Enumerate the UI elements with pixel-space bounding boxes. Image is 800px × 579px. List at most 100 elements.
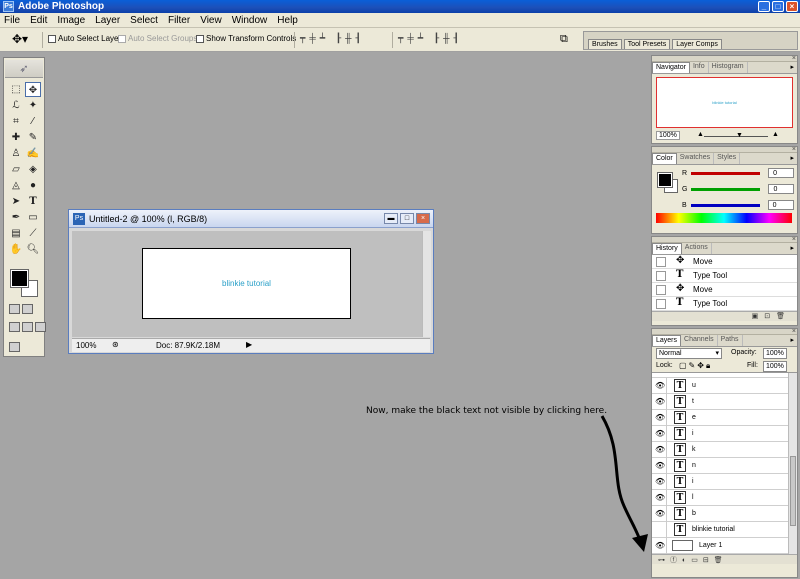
- menu-window[interactable]: Window: [232, 15, 268, 26]
- green-value-field[interactable]: 0: [768, 184, 795, 194]
- auto-select-groups-checkbox[interactable]: Auto Select Groups: [118, 34, 197, 43]
- hand-tool-icon[interactable]: ✋: [8, 242, 24, 257]
- layer-row[interactable]: 👁︎ T i: [652, 474, 797, 490]
- layer-row[interactable]: 👁︎ T u: [652, 378, 797, 394]
- slider-thumb[interactable]: ▼: [736, 132, 743, 139]
- dodge-tool-icon[interactable]: ●: [25, 178, 41, 193]
- tab-actions[interactable]: Actions: [682, 243, 712, 254]
- palette-close-icon[interactable]: ×: [792, 328, 796, 335]
- well-tab-brushes[interactable]: Brushes: [588, 39, 622, 49]
- blur-tool-icon[interactable]: ◬: [8, 178, 24, 193]
- color-foreground-swatch[interactable]: [657, 172, 673, 188]
- fill-field[interactable]: 100%: [763, 361, 787, 372]
- history-item[interactable]: ✥ Move: [652, 255, 797, 269]
- layer-row[interactable]: 👁︎ T b: [652, 506, 797, 522]
- tab-histogram[interactable]: Histogram: [709, 62, 748, 73]
- well-tab-layer-comps[interactable]: Layer Comps: [672, 39, 722, 49]
- document-vertical-scrollbar[interactable]: [422, 231, 431, 337]
- minimize-button[interactable]: _: [758, 1, 770, 12]
- palette-menu-icon[interactable]: ▸: [790, 63, 794, 71]
- menu-layer[interactable]: Layer: [95, 15, 120, 26]
- clone-stamp-tool-icon[interactable]: ♙: [8, 146, 24, 161]
- well-tab-tool-presets[interactable]: Tool Presets: [623, 39, 671, 49]
- blue-value-field[interactable]: 0: [767, 200, 794, 210]
- palette-menu-icon[interactable]: ▸: [790, 244, 794, 252]
- layer-row-layer-1[interactable]: 👁︎ Layer 1: [652, 538, 797, 554]
- shape-tool-icon[interactable]: ▭: [25, 210, 41, 225]
- zoom-in-icon[interactable]: ▲: [772, 131, 779, 138]
- tab-swatches[interactable]: Swatches: [677, 153, 715, 164]
- show-transform-controls-checkbox[interactable]: Show Transform Controls: [196, 34, 296, 43]
- tab-history[interactable]: History: [652, 243, 682, 254]
- palette-close-icon[interactable]: ×: [792, 236, 796, 243]
- palette-menu-icon[interactable]: ▸: [790, 336, 794, 344]
- notes-tool-icon[interactable]: ▤: [8, 226, 24, 241]
- green-slider[interactable]: [691, 187, 761, 191]
- tab-channels[interactable]: Channels: [681, 335, 718, 346]
- palette-close-icon[interactable]: ×: [792, 55, 796, 62]
- document-close-button[interactable]: ×: [416, 213, 430, 224]
- history-brush-source-box[interactable]: [656, 271, 666, 281]
- move-tool-icon[interactable]: ✥: [25, 82, 41, 97]
- tab-color[interactable]: Color: [652, 153, 677, 164]
- history-item[interactable]: ✥ Move: [652, 283, 797, 297]
- menu-help[interactable]: Help: [277, 15, 298, 26]
- full-screen-mode-icon[interactable]: [35, 322, 46, 332]
- history-item[interactable]: T Type Tool: [652, 269, 797, 283]
- color-spectrum-ramp[interactable]: [656, 213, 792, 223]
- red-slider[interactable]: [691, 171, 761, 175]
- menu-file[interactable]: File: [4, 15, 20, 26]
- palette-well-toggle-icon[interactable]: ⧉: [560, 33, 568, 46]
- menu-select[interactable]: Select: [130, 15, 158, 26]
- eye-icon[interactable]: 👁︎: [655, 397, 665, 406]
- eraser-tool-icon[interactable]: ▱: [8, 162, 24, 177]
- scrollbar-thumb[interactable]: [790, 456, 796, 526]
- zoom-tool-icon[interactable]: 🔍︎: [25, 242, 41, 257]
- layers-scrollbar[interactable]: [788, 373, 797, 554]
- jump-to-imageready-icon[interactable]: [9, 342, 20, 352]
- status-menu-arrow-icon[interactable]: ▶: [246, 340, 252, 349]
- type-tool-icon[interactable]: T: [25, 194, 41, 209]
- opacity-field[interactable]: 100%: [763, 348, 787, 359]
- layer-row[interactable]: 👁︎ T t: [652, 394, 797, 410]
- maximize-button[interactable]: □: [772, 1, 784, 12]
- menu-filter[interactable]: Filter: [168, 15, 190, 26]
- status-options-icon[interactable]: ⊛: [112, 340, 119, 349]
- history-brush-source-box[interactable]: [656, 299, 666, 309]
- document-zoom-field[interactable]: 100%: [76, 341, 96, 350]
- layer-row-blinkie-tutorial[interactable]: 👁︎ T blinkie tutorial: [652, 522, 797, 538]
- document-minimize-button[interactable]: ▬: [384, 213, 398, 224]
- brush-tool-icon[interactable]: ✎: [25, 130, 41, 145]
- palette-close-icon[interactable]: ×: [792, 146, 796, 153]
- standard-mode-icon[interactable]: [9, 304, 20, 314]
- layer-row[interactable]: 👁︎ T l: [652, 490, 797, 506]
- palette-menu-icon[interactable]: ▸: [790, 154, 794, 162]
- pen-tool-icon[interactable]: ✒: [8, 210, 24, 225]
- navigator-zoom-field[interactable]: 100%: [656, 131, 680, 140]
- eye-icon[interactable]: 👁︎: [655, 381, 665, 390]
- tab-layers[interactable]: Layers: [652, 335, 682, 346]
- tab-navigator[interactable]: Navigator: [652, 62, 690, 73]
- layer-row[interactable]: 👁︎ T k: [652, 442, 797, 458]
- layers-footer-buttons-icon[interactable]: ⊶ⓕ◐▭⊟🗑︎: [652, 554, 797, 564]
- quick-mask-mode-icon[interactable]: [22, 304, 33, 314]
- lock-buttons-icon[interactable]: ▢✎✥🔒︎: [679, 361, 712, 371]
- slice-tool-icon[interactable]: ⁄: [25, 114, 41, 129]
- history-brush-tool-icon[interactable]: ✍: [25, 146, 41, 161]
- history-brush-source-box[interactable]: [656, 257, 666, 267]
- tab-info[interactable]: Info: [690, 62, 709, 73]
- path-selection-tool-icon[interactable]: ➤: [8, 194, 24, 209]
- crop-tool-icon[interactable]: ⌗: [8, 114, 24, 129]
- feather-logo-icon[interactable]: ➶: [5, 60, 43, 78]
- full-screen-menu-mode-icon[interactable]: [22, 322, 33, 332]
- tab-styles[interactable]: Styles: [714, 153, 741, 164]
- canvas[interactable]: blinkie tutorial: [142, 248, 351, 319]
- blue-slider[interactable]: [690, 203, 760, 207]
- navigator-preview[interactable]: blinkie tutorial: [656, 77, 793, 128]
- distribute-buttons-icon[interactable]: ┯╪┷ ┠╫┨: [398, 33, 463, 44]
- layer-row[interactable]: 👁︎ T i: [652, 426, 797, 442]
- tab-paths[interactable]: Paths: [718, 335, 743, 346]
- magic-wand-tool-icon[interactable]: ✦: [25, 98, 41, 113]
- eyedropper-tool-icon[interactable]: ⟋: [25, 226, 41, 241]
- document-maximize-button[interactable]: □: [400, 213, 414, 224]
